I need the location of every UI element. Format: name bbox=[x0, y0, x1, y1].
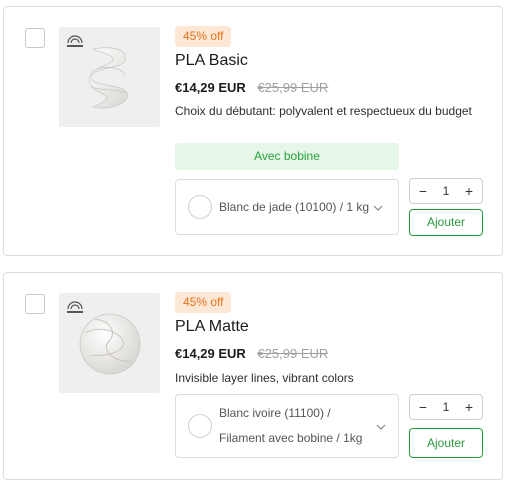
add-to-cart-button[interactable]: Ajouter bbox=[409, 209, 483, 236]
compare-price: €25,99 EUR bbox=[257, 346, 329, 361]
decrease-quantity-button[interactable]: − bbox=[412, 179, 434, 203]
decrease-quantity-button[interactable]: − bbox=[412, 395, 434, 419]
quantity-value[interactable]: 1 bbox=[432, 179, 460, 203]
product-title[interactable]: PLA Basic bbox=[175, 52, 248, 70]
product-description: Invisible layer lines, vibrant colors bbox=[175, 371, 354, 385]
color-swatch bbox=[188, 195, 212, 219]
product-title[interactable]: PLA Matte bbox=[175, 318, 249, 336]
product-image[interactable] bbox=[59, 293, 160, 393]
quantity-stepper[interactable]: − 1 + bbox=[409, 178, 483, 204]
add-to-cart-button[interactable]: Ajouter bbox=[409, 428, 483, 458]
variant-label: Blanc de jade (10100) / 1 kg bbox=[219, 200, 370, 214]
chevron-down-icon bbox=[373, 205, 383, 211]
sale-price: €14,29 EUR bbox=[175, 346, 246, 361]
quantity-value[interactable]: 1 bbox=[432, 395, 460, 419]
spool-note: Avec bobine bbox=[175, 143, 399, 170]
product-image[interactable] bbox=[59, 27, 160, 127]
product-description: Choix du débutant: polyvalent et respect… bbox=[175, 104, 472, 118]
discount-badge: 45% off bbox=[175, 292, 232, 313]
price-row: €14,29 EUR €25,99 EUR bbox=[175, 346, 328, 361]
variant-select[interactable]: Blanc ivoire (11100) / Filament avec bob… bbox=[175, 394, 399, 458]
spool-icon bbox=[79, 313, 141, 375]
product-card: 45% off PLA Matte €14,29 EUR €25,99 EUR … bbox=[3, 272, 503, 480]
spool-icon bbox=[88, 47, 128, 109]
select-checkbox[interactable] bbox=[25, 294, 45, 314]
increase-quantity-button[interactable]: + bbox=[458, 395, 480, 419]
select-checkbox[interactable] bbox=[25, 28, 45, 48]
quantity-stepper[interactable]: − 1 + bbox=[409, 394, 483, 420]
chevron-down-icon bbox=[376, 424, 386, 430]
price-row: €14,29 EUR €25,99 EUR bbox=[175, 80, 328, 95]
variant-label: Blanc ivoire (11100) / Filament avec bob… bbox=[219, 406, 363, 445]
discount-badge: 45% off bbox=[175, 26, 232, 47]
color-swatch bbox=[188, 414, 212, 438]
compare-price: €25,99 EUR bbox=[257, 80, 329, 95]
increase-quantity-button[interactable]: + bbox=[458, 179, 480, 203]
sale-price: €14,29 EUR bbox=[175, 80, 246, 95]
variant-select[interactable]: Blanc de jade (10100) / 1 kg bbox=[175, 179, 399, 235]
product-card: 45% off PLA Basic €14,29 EUR €25,99 EUR … bbox=[3, 6, 503, 256]
